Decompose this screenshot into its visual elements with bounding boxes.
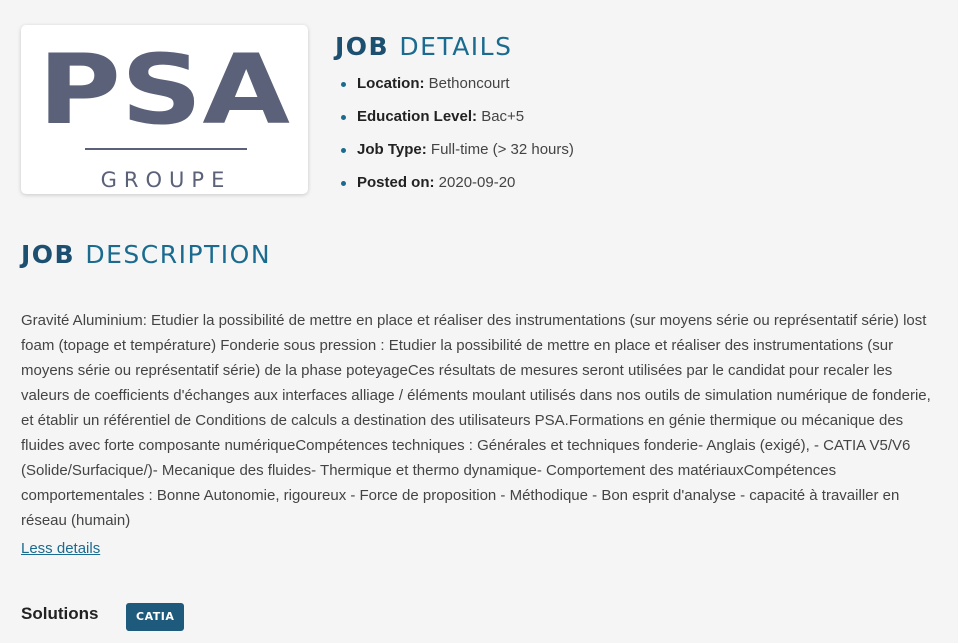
- company-logo-card: PSA GROUPE: [21, 25, 308, 194]
- job-details-heading: JOB DETAILS: [335, 32, 513, 61]
- detail-job-type: Job Type: Full-time (> 32 hours): [341, 140, 574, 160]
- detail-posted-on: Posted on: 2020-09-20: [341, 173, 574, 193]
- solutions-label: Solutions: [21, 604, 99, 623]
- job-details-list: Location: Bethoncourt Education Level: B…: [341, 74, 574, 193]
- solution-tag-catia[interactable]: CATIA: [126, 603, 185, 631]
- job-description-text: Gravité Aluminium: Etudier la possibilit…: [21, 312, 931, 529]
- job-description-heading: JOB DESCRIPTION: [21, 240, 272, 269]
- detail-location: Location: Bethoncourt: [341, 74, 574, 94]
- job-details-section: JOB DETAILS Location: Bethoncourt Educat…: [335, 30, 574, 206]
- psa-logo: PSA GROUPE: [38, 34, 290, 192]
- logo-wordmark: PSA: [38, 34, 290, 146]
- detail-education-level: Education Level: Bac+5: [341, 107, 574, 127]
- logo-subtitle: GROUPE: [101, 168, 232, 192]
- less-details-link[interactable]: Less details: [21, 540, 100, 557]
